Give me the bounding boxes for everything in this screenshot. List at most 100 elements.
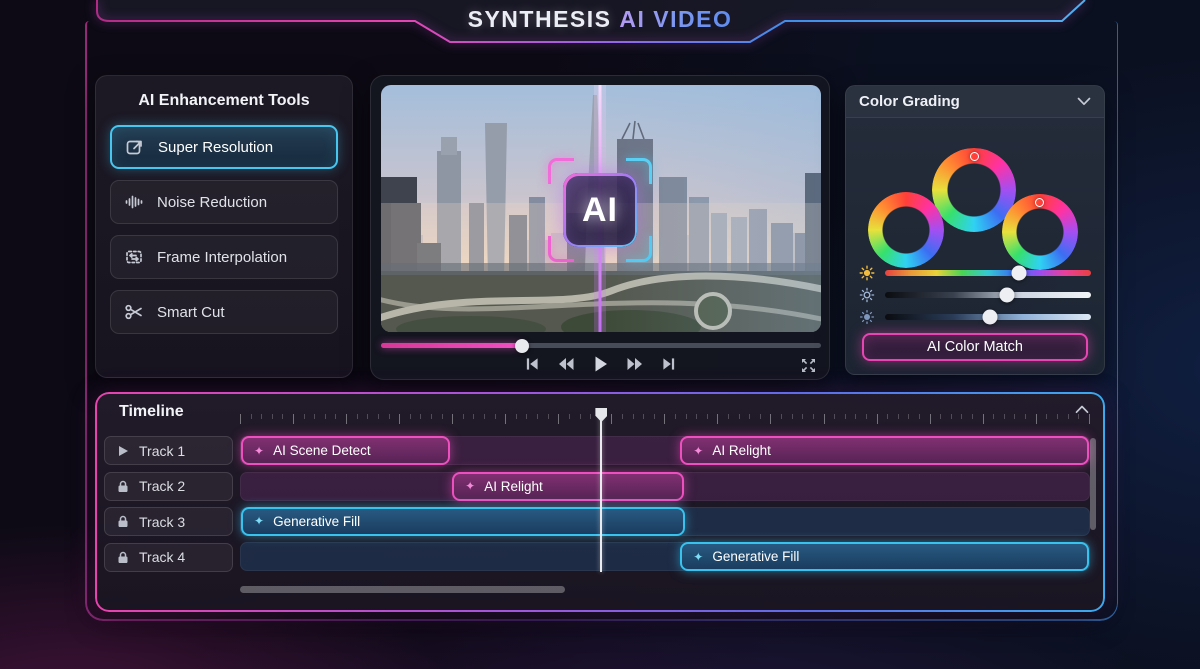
lock-icon bbox=[117, 551, 129, 564]
track-header-4[interactable]: Track 4 bbox=[104, 543, 233, 572]
play-icon bbox=[117, 445, 129, 457]
playback-controls bbox=[371, 356, 829, 372]
super-resolution-icon bbox=[125, 137, 145, 157]
tool-label: Smart Cut bbox=[157, 304, 225, 321]
skip-end-button[interactable] bbox=[662, 357, 676, 371]
sparkle-icon: ✦ bbox=[465, 479, 475, 493]
fullscreen-icon bbox=[801, 358, 816, 373]
brightness-slider-row bbox=[859, 287, 1091, 303]
tool-smart-cut-button[interactable]: Smart Cut bbox=[110, 290, 338, 334]
clip-label: Generative Fill bbox=[712, 549, 799, 564]
wheel-indicator-midtones[interactable] bbox=[970, 152, 979, 161]
fullscreen-button[interactable] bbox=[801, 358, 816, 378]
track-lane-1[interactable]: ✦ AI Scene Detect ✦ AI Relight bbox=[240, 436, 1090, 465]
color-grading-title: Color Grading bbox=[859, 93, 960, 110]
timeline-hscrollbar bbox=[240, 586, 1090, 593]
clip-label: AI Relight bbox=[484, 479, 543, 494]
clip-label: AI Scene Detect bbox=[273, 443, 371, 458]
video-progress-fill bbox=[381, 343, 522, 348]
track-lane-4[interactable]: ✦ Generative Fill bbox=[240, 542, 1090, 571]
tool-label: Noise Reduction bbox=[157, 194, 267, 211]
sparkle-icon: ✦ bbox=[254, 514, 264, 528]
tool-label: Frame Interpolation bbox=[157, 249, 287, 266]
clip-generative-fill-track3[interactable]: ✦ Generative Fill bbox=[241, 507, 685, 536]
hue-slider-handle[interactable] bbox=[1011, 266, 1026, 281]
app-title: SYNTHESIS AI VIDEO bbox=[0, 6, 1200, 33]
hue-slider-track[interactable] bbox=[885, 270, 1091, 276]
timeline-lanes: ✦ AI Scene Detect ✦ AI Relight ✦ AI Reli… bbox=[240, 414, 1090, 582]
contrast-icon bbox=[859, 309, 875, 325]
video-preview: AI bbox=[381, 85, 821, 332]
track-header-3[interactable]: Track 3 bbox=[104, 507, 233, 536]
tool-label: Super Resolution bbox=[158, 139, 273, 156]
play-icon bbox=[593, 356, 608, 372]
track-headers: Track 1 Track 2 Track 3 Track 4 bbox=[104, 436, 233, 578]
lock-icon bbox=[117, 515, 129, 528]
skip-end-icon bbox=[662, 357, 676, 371]
chevron-down-icon[interactable] bbox=[1077, 97, 1091, 106]
track-label: Track 2 bbox=[139, 478, 185, 494]
tools-panel: AI Enhancement Tools Super Resolution No… bbox=[95, 75, 353, 378]
skip-start-icon bbox=[525, 357, 539, 371]
rewind-button[interactable] bbox=[558, 357, 574, 371]
clip-ai-relight-track2[interactable]: ✦ AI Relight bbox=[452, 472, 684, 501]
video-progress-bar[interactable] bbox=[381, 343, 821, 348]
timeline-title: Timeline bbox=[119, 403, 184, 421]
ai-color-match-label: AI Color Match bbox=[927, 339, 1023, 355]
track-header-2[interactable]: Track 2 bbox=[104, 472, 233, 501]
noise-reduction-icon bbox=[124, 192, 144, 212]
contrast-slider-row bbox=[859, 309, 1091, 325]
track-lane-2[interactable]: ✦ AI Relight bbox=[240, 472, 1090, 501]
fast-forward-button[interactable] bbox=[627, 357, 643, 371]
tool-super-resolution-button[interactable]: Super Resolution bbox=[110, 125, 338, 169]
sparkle-icon: ✦ bbox=[693, 550, 703, 564]
color-wheels bbox=[846, 118, 1104, 268]
hue-slider-row bbox=[859, 265, 1091, 281]
clip-generative-fill-track4[interactable]: ✦ Generative Fill bbox=[680, 542, 1089, 571]
brightness-slider-track[interactable] bbox=[885, 292, 1091, 298]
color-wheel-shadows[interactable] bbox=[868, 192, 944, 268]
chevron-up-icon bbox=[1075, 405, 1089, 414]
hue-sun-icon bbox=[859, 265, 875, 281]
skip-start-button[interactable] bbox=[525, 357, 539, 371]
brightness-slider-handle[interactable] bbox=[999, 288, 1014, 303]
sparkle-icon: ✦ bbox=[693, 444, 703, 458]
tool-noise-reduction-button[interactable]: Noise Reduction bbox=[110, 180, 338, 224]
app-title-accent: AI VIDEO bbox=[619, 6, 732, 32]
fast-forward-icon bbox=[627, 357, 643, 371]
tool-frame-interpolation-button[interactable]: Frame Interpolation bbox=[110, 235, 338, 279]
color-grading-panel: Color Grading bbox=[845, 85, 1105, 375]
smart-cut-icon bbox=[124, 302, 144, 322]
clip-ai-scene-detect[interactable]: ✦ AI Scene Detect bbox=[241, 436, 450, 465]
color-grading-header[interactable]: Color Grading bbox=[846, 86, 1104, 118]
timeline-ruler[interactable] bbox=[240, 414, 1090, 426]
ai-badge-label: AI bbox=[582, 191, 618, 230]
track-label: Track 1 bbox=[139, 443, 185, 459]
rewind-icon bbox=[558, 357, 574, 371]
contrast-slider-track[interactable] bbox=[885, 314, 1091, 320]
timeline-vscrollbar-thumb[interactable] bbox=[1090, 438, 1096, 530]
tools-panel-title: AI Enhancement Tools bbox=[110, 76, 338, 114]
ai-badge: AI bbox=[563, 173, 637, 247]
ai-color-match-button[interactable]: AI Color Match bbox=[862, 333, 1088, 361]
frame-interpolation-icon bbox=[124, 247, 144, 267]
timeline-panel: Timeline Track 1 Track 2 Track 3 Track 4… bbox=[95, 392, 1105, 612]
brightness-icon bbox=[859, 287, 875, 303]
video-player-panel: AI bbox=[370, 75, 830, 380]
sparkle-icon: ✦ bbox=[254, 444, 264, 458]
wheel-indicator-highlights[interactable] bbox=[1035, 198, 1044, 207]
timeline-hscrollbar-thumb[interactable] bbox=[240, 586, 565, 593]
track-label: Track 4 bbox=[139, 549, 185, 565]
lock-icon bbox=[117, 480, 129, 493]
contrast-slider-handle[interactable] bbox=[983, 310, 998, 325]
clip-label: Generative Fill bbox=[273, 514, 360, 529]
video-progress-handle[interactable] bbox=[515, 339, 529, 353]
clip-ai-relight-track1[interactable]: ✦ AI Relight bbox=[680, 436, 1089, 465]
clip-label: AI Relight bbox=[712, 443, 771, 458]
app-title-main: SYNTHESIS bbox=[468, 6, 612, 32]
play-button[interactable] bbox=[593, 356, 608, 372]
track-lane-3[interactable]: ✦ Generative Fill bbox=[240, 507, 1090, 536]
playhead[interactable] bbox=[600, 412, 602, 572]
track-label: Track 3 bbox=[139, 514, 185, 530]
track-header-1[interactable]: Track 1 bbox=[104, 436, 233, 465]
